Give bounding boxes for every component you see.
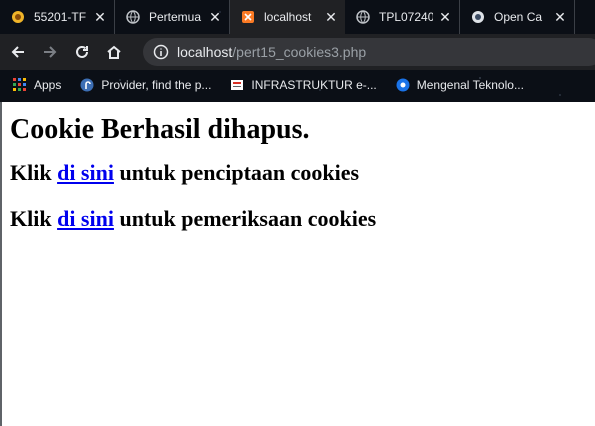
tab-localhost[interactable]: localhost ✕ [230,0,345,34]
bookmark-label: Apps [34,78,62,92]
xampp-icon [240,9,256,25]
url-path: /pert15_cookies3.php [232,44,367,60]
tab-tpl[interactable]: TPL07240 ✕ [345,0,460,34]
tab-title: Pertemua [149,10,202,24]
back-arrow-icon[interactable] [4,38,32,66]
info-icon[interactable] [153,44,169,60]
close-icon[interactable]: ✕ [207,9,223,25]
tab-pertemuan[interactable]: Pertemua ✕ [115,0,230,34]
globe-icon [355,9,371,25]
apps-grid-icon [12,77,28,93]
toolbar: localhost/pert15_cookies3.php [0,34,595,70]
tab-title: localhost [264,10,312,24]
bookmark-apps[interactable]: Apps [6,73,67,97]
globe-icon [125,9,141,25]
line-prefix: Klik [10,206,58,231]
url-host: localhost [177,44,233,60]
reload-icon[interactable] [68,38,96,66]
check-cookies-line: Klik di sini untuk pemeriksaan cookies [10,206,595,232]
home-icon[interactable] [100,38,128,66]
page-heading: Cookie Berhasil dihapus. [10,114,310,145]
create-cookies-line: Klik di sini untuk penciptaan cookies [10,160,595,186]
bookmark-label: INFRASTRUKTUR e-... [251,78,377,92]
close-icon[interactable]: ✕ [437,9,453,25]
open-logo-icon [470,9,486,25]
bookmark-infrastruktur[interactable]: INFRASTRUKTUR e-... [223,73,382,97]
tab-55201[interactable]: 55201-TF ✕ [0,0,115,34]
check-cookies-link[interactable]: di sini [57,206,114,231]
line-prefix: Klik [10,160,58,185]
tab-strip: 55201-TF ✕ Pertemua ✕ localhost ✕ TPL072… [0,0,595,34]
line-suffix: untuk penciptaan cookies [113,160,360,185]
tab-title: Open Ca [494,10,543,24]
address-bar[interactable]: localhost/pert15_cookies3.php [143,38,595,66]
fox-icon [10,9,26,25]
fedora-icon [79,77,95,93]
bookmark-label: Mengenal Teknolo... [416,78,524,92]
line-suffix: untuk pemeriksaan cookies [113,206,377,231]
page-content: Cookie Berhasil dihapus. Klik di sini un… [0,102,595,426]
close-icon[interactable]: ✕ [92,9,108,25]
bookmarks-bar: Apps Provider, find the p... INFRASTRUKT… [0,70,595,100]
close-icon[interactable]: ✕ [323,9,339,25]
browser-chrome: 55201-TF ✕ Pertemua ✕ localhost ✕ TPL072… [0,0,595,102]
url-text: localhost/pert15_cookies3.php [177,44,366,60]
tab-open[interactable]: Open Ca ✕ [460,0,575,34]
blue-badge-icon [395,77,411,93]
tab-title: 55201-TF [34,10,87,24]
bookmark-provider[interactable]: Provider, find the p... [73,73,217,97]
close-icon[interactable]: ✕ [552,9,568,25]
forward-arrow-icon[interactable] [36,38,64,66]
create-cookies-link[interactable]: di sini [57,160,114,185]
bookmark-label: Provider, find the p... [101,78,212,92]
bookmark-mengenal[interactable]: Mengenal Teknolo... [389,73,530,97]
doc-icon [229,77,245,93]
tab-title: TPL07240 [379,10,433,24]
